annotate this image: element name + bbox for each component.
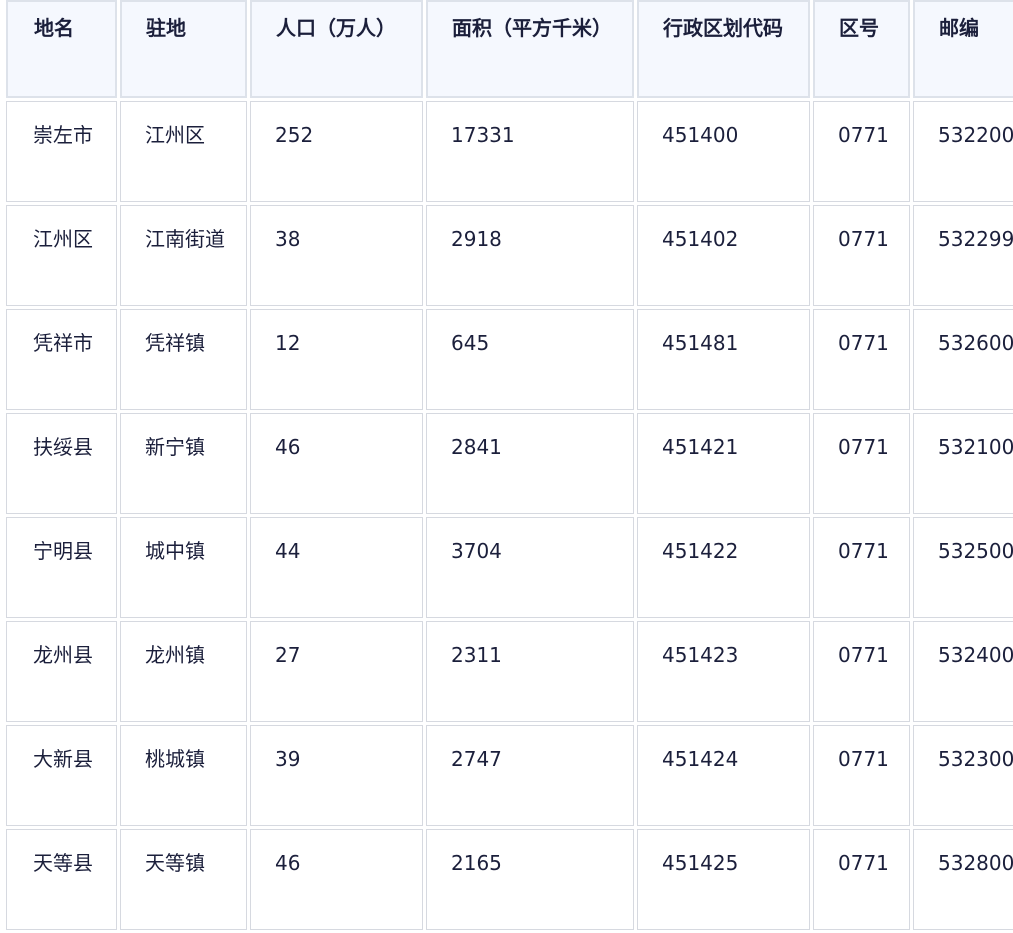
header-division-code[interactable]: 行政区划代码 (637, 0, 810, 98)
cell-division-code: 451423 (637, 621, 810, 722)
cell-division-code: 451421 (637, 413, 810, 514)
cell-area-code: 0771 (813, 725, 910, 826)
cell-place-name: 凭祥市 (6, 309, 117, 410)
cell-area-code: 0771 (813, 309, 910, 410)
cell-seat: 天等镇 (120, 829, 247, 930)
cell-postal-code: 532299 (913, 205, 1013, 306)
cell-seat: 城中镇 (120, 517, 247, 618)
cell-population: 46 (250, 413, 423, 514)
table-row: 宁明县 城中镇 44 3704 451422 0771 532500 (6, 517, 1013, 618)
cell-seat: 江州区 (120, 101, 247, 202)
cell-seat: 江南街道 (120, 205, 247, 306)
cell-postal-code: 532200 (913, 101, 1013, 202)
cell-population: 252 (250, 101, 423, 202)
cell-place-name: 天等县 (6, 829, 117, 930)
cell-place-name: 大新县 (6, 725, 117, 826)
cell-postal-code: 532300 (913, 725, 1013, 826)
cell-area-code: 0771 (813, 413, 910, 514)
cell-area: 2165 (426, 829, 634, 930)
cell-area: 2311 (426, 621, 634, 722)
cell-place-name: 龙州县 (6, 621, 117, 722)
cell-division-code: 451424 (637, 725, 810, 826)
cell-population: 27 (250, 621, 423, 722)
cell-area: 2841 (426, 413, 634, 514)
cell-population: 46 (250, 829, 423, 930)
cell-division-code: 451425 (637, 829, 810, 930)
cell-area: 3704 (426, 517, 634, 618)
cell-place-name: 扶绥县 (6, 413, 117, 514)
cell-area-code: 0771 (813, 205, 910, 306)
cell-division-code: 451422 (637, 517, 810, 618)
cell-area-code: 0771 (813, 517, 910, 618)
header-area[interactable]: 面积（平方千米） (426, 0, 634, 98)
cell-population: 39 (250, 725, 423, 826)
cell-seat: 龙州镇 (120, 621, 247, 722)
cell-seat: 凭祥镇 (120, 309, 247, 410)
cell-postal-code: 532600 (913, 309, 1013, 410)
cell-division-code: 451400 (637, 101, 810, 202)
cell-division-code: 451481 (637, 309, 810, 410)
cell-area-code: 0771 (813, 829, 910, 930)
table-row: 江州区 江南街道 38 2918 451402 0771 532299 (6, 205, 1013, 306)
cell-division-code: 451402 (637, 205, 810, 306)
cell-place-name: 宁明县 (6, 517, 117, 618)
cell-place-name: 崇左市 (6, 101, 117, 202)
cell-area: 645 (426, 309, 634, 410)
cell-place-name: 江州区 (6, 205, 117, 306)
cell-area: 2918 (426, 205, 634, 306)
cell-postal-code: 532500 (913, 517, 1013, 618)
table-row: 龙州县 龙州镇 27 2311 451423 0771 532400 (6, 621, 1013, 722)
header-postal-code[interactable]: 邮编 (913, 0, 1013, 98)
cell-postal-code: 532800 (913, 829, 1013, 930)
cell-area-code: 0771 (813, 101, 910, 202)
header-place-name[interactable]: 地名 (6, 0, 117, 98)
header-row: 地名 驻地 人口（万人） 面积（平方千米） 行政区划代码 区号 邮编 (6, 0, 1013, 98)
cell-area: 17331 (426, 101, 634, 202)
cell-population: 44 (250, 517, 423, 618)
table-row: 天等县 天等镇 46 2165 451425 0771 532800 (6, 829, 1013, 930)
cell-seat: 桃城镇 (120, 725, 247, 826)
table-row: 凭祥市 凭祥镇 12 645 451481 0771 532600 (6, 309, 1013, 410)
data-table-container: 地名 驻地 人口（万人） 面积（平方千米） 行政区划代码 区号 邮编 崇左市 江… (3, 0, 1013, 933)
table-row: 大新县 桃城镇 39 2747 451424 0771 532300 (6, 725, 1013, 826)
cell-area-code: 0771 (813, 621, 910, 722)
header-seat[interactable]: 驻地 (120, 0, 247, 98)
table-row: 扶绥县 新宁镇 46 2841 451421 0771 532100 (6, 413, 1013, 514)
table-row: 崇左市 江州区 252 17331 451400 0771 532200 (6, 101, 1013, 202)
cell-postal-code: 532100 (913, 413, 1013, 514)
cell-seat: 新宁镇 (120, 413, 247, 514)
header-area-code[interactable]: 区号 (813, 0, 910, 98)
cell-population: 38 (250, 205, 423, 306)
header-population[interactable]: 人口（万人） (250, 0, 423, 98)
admin-division-table: 地名 驻地 人口（万人） 面积（平方千米） 行政区划代码 区号 邮编 崇左市 江… (3, 0, 1013, 933)
cell-area: 2747 (426, 725, 634, 826)
cell-postal-code: 532400 (913, 621, 1013, 722)
cell-population: 12 (250, 309, 423, 410)
